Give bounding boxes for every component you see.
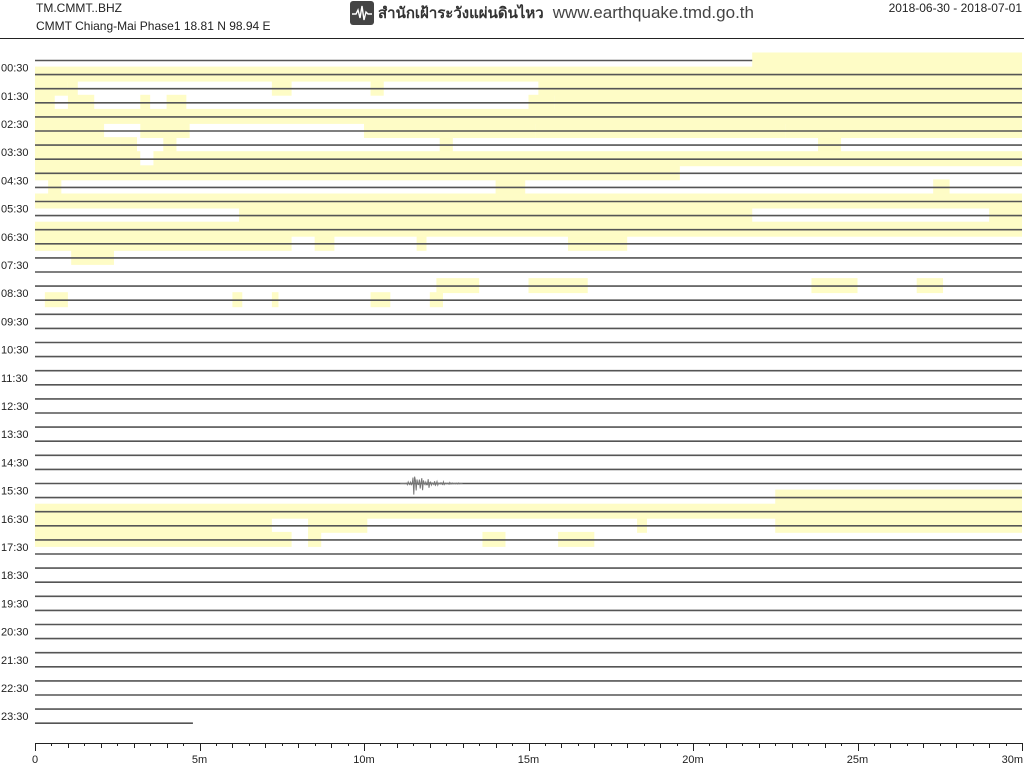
time-label: 07:30 (1, 260, 29, 272)
x-tick-label: 0 (32, 754, 38, 766)
x-tick-label: 25m (847, 754, 868, 766)
seismogram-plot: 00:30 01:30 02:30 03:30 04:30 05:30 06:30 07:30… (0, 38, 1024, 766)
time-label: 15:30 (1, 486, 29, 498)
time-label: 14:30 (1, 457, 29, 469)
time-label: 05:30 (1, 204, 29, 216)
x-tick-label: 10m (353, 754, 374, 766)
time-label: 04:30 (1, 175, 29, 187)
x-tick-label: 20m (682, 754, 703, 766)
time-label: 11:30 (1, 373, 28, 385)
time-label: 20:30 (1, 627, 29, 639)
time-label: 02:30 (1, 119, 29, 131)
time-label: 01:30 (1, 91, 29, 103)
time-label: 16:30 (1, 514, 29, 526)
x-tick-label: 30m (1002, 754, 1023, 766)
time-label: 06:30 (1, 232, 29, 244)
event-layer (400, 476, 463, 495)
time-labels: 00:30 01:30 02:30 03:30 04:30 05:30 06:30 07:30… (1, 63, 29, 724)
noise-band (752, 52, 1022, 68)
time-label: 03:30 (1, 147, 29, 159)
x-tick-label: 15m (518, 754, 539, 766)
time-label: 22:30 (1, 683, 29, 695)
time-label: 19:30 (1, 598, 29, 610)
x-tick-label: 5m (192, 754, 207, 766)
time-label: 17:30 (1, 542, 29, 554)
time-label: 18:30 (1, 570, 29, 582)
time-label: 08:30 (1, 288, 29, 300)
time-label: 21:30 (1, 655, 29, 667)
earthquake-waveform (400, 476, 463, 495)
x-axis: 0 5m 10m 15m 20m 25m 30m (32, 743, 1023, 766)
time-label: 23:30 (1, 711, 29, 723)
time-label: 13:30 (1, 429, 29, 441)
time-label: 10:30 (1, 345, 29, 357)
time-label: 00:30 (1, 63, 29, 75)
trace-layer (35, 59, 1022, 725)
time-label: 09:30 (1, 316, 29, 328)
time-label: 12:30 (1, 401, 29, 413)
